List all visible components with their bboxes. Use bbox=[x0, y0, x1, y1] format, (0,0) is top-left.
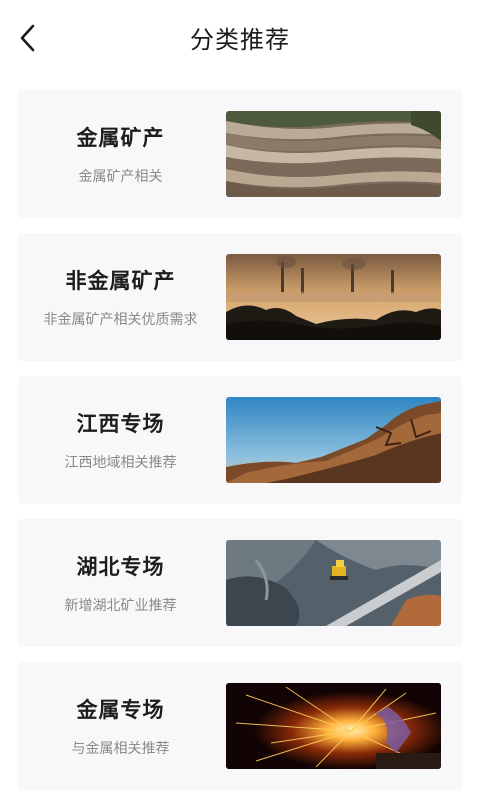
top-bar: 分类推荐 bbox=[0, 0, 480, 80]
category-card-jiangxi[interactable]: 江西专场 江西地域相关推荐 bbox=[18, 376, 462, 504]
card-title: 金属矿产 bbox=[76, 126, 165, 150]
rocky-cliff-image bbox=[226, 397, 441, 483]
industrial-smokestacks-image bbox=[226, 254, 441, 340]
category-card-hubei[interactable]: 湖北专场 新增湖北矿业推荐 bbox=[18, 519, 462, 647]
card-subtitle: 与金属相关推荐 bbox=[71, 741, 170, 757]
card-text: 非金属矿产 非金属矿产相关优质需求 bbox=[18, 233, 223, 361]
card-title: 江西专场 bbox=[76, 412, 165, 436]
category-card-nonmetal-minerals[interactable]: 非金属矿产 非金属矿产相关优质需求 bbox=[18, 233, 462, 361]
card-text: 金属专场 与金属相关推荐 bbox=[18, 662, 223, 790]
card-subtitle: 金属矿产相关 bbox=[78, 169, 163, 185]
category-card-metal-minerals[interactable]: 金属矿产 金属矿产相关 bbox=[18, 90, 462, 218]
category-card-metals[interactable]: 金属专场 与金属相关推荐 bbox=[18, 662, 462, 790]
card-subtitle: 非金属矿产相关优质需求 bbox=[43, 312, 198, 328]
card-title: 非金属矿产 bbox=[65, 269, 176, 293]
page-title: 分类推荐 bbox=[190, 26, 290, 54]
card-title: 湖北专场 bbox=[76, 555, 165, 579]
open-pit-mine-image bbox=[226, 111, 441, 197]
card-subtitle: 新增湖北矿业推荐 bbox=[64, 598, 177, 614]
welding-sparks-image bbox=[226, 683, 441, 769]
card-title: 金属专场 bbox=[76, 698, 165, 722]
quarry-excavator-image bbox=[226, 540, 441, 626]
card-text: 金属矿产 金属矿产相关 bbox=[18, 90, 223, 218]
card-text: 江西专场 江西地域相关推荐 bbox=[18, 376, 223, 504]
category-list: 金属矿产 金属矿产相关 非金属矿产 非金属矿产相关优质需求 江西专场 江西地域相… bbox=[18, 90, 462, 800]
card-subtitle: 江西地域相关推荐 bbox=[64, 455, 177, 471]
card-text: 湖北专场 新增湖北矿业推荐 bbox=[18, 519, 223, 647]
